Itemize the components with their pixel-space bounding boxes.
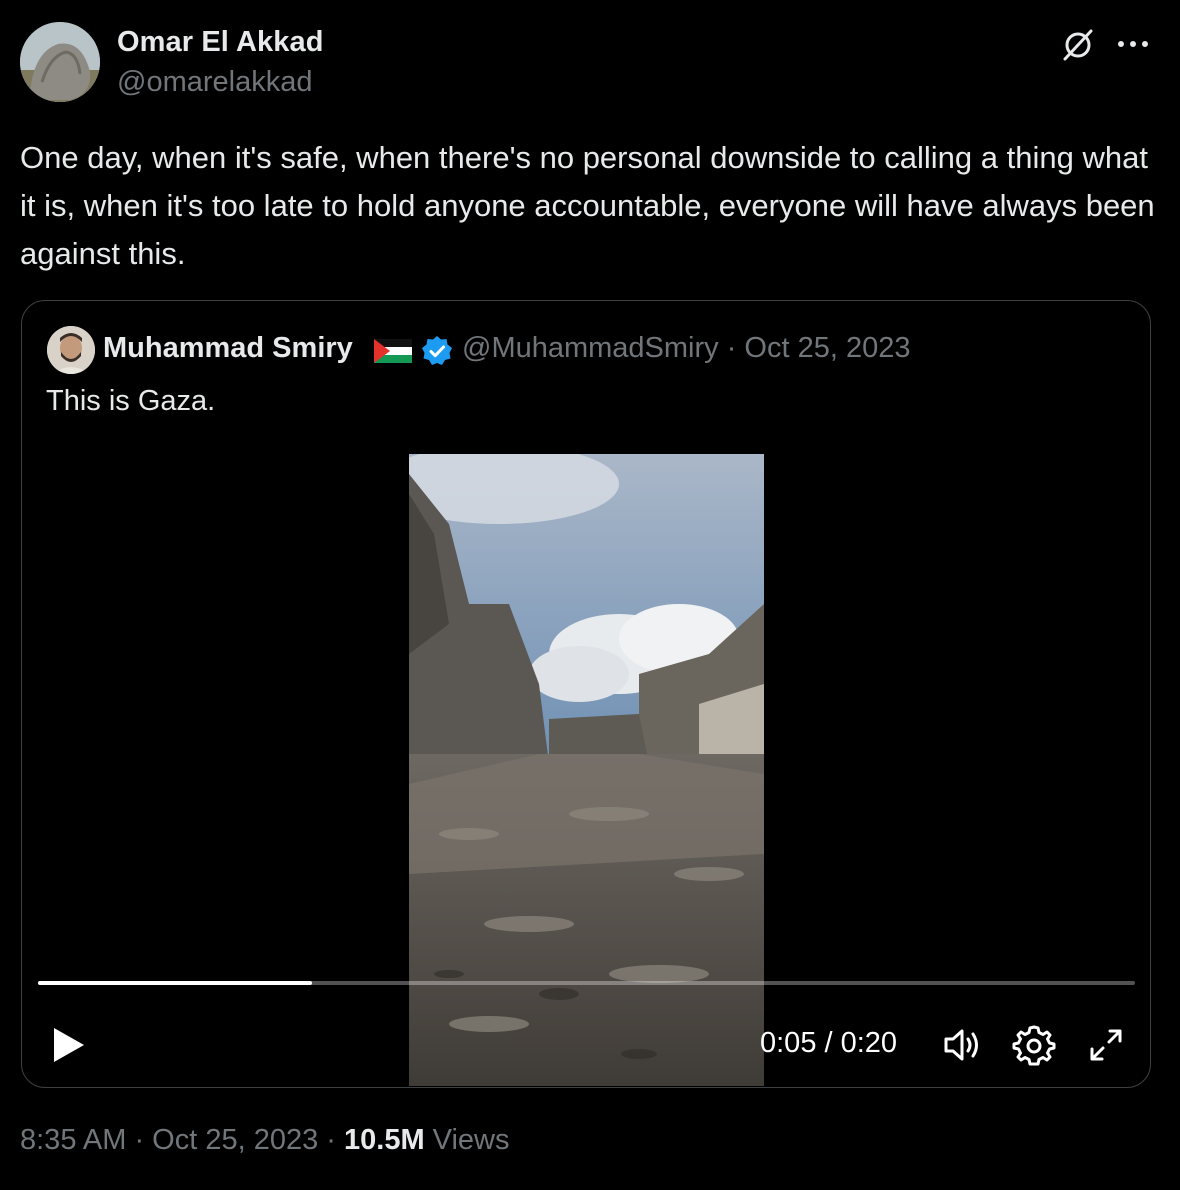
video-timecode: 0:05 / 0:20 (760, 1027, 898, 1059)
quoted-author-avatar[interactable] (47, 326, 95, 374)
views-label: Views (424, 1124, 510, 1156)
quoted-tweet-card[interactable]: Muhammad Smiry @MuhammadSmiry · Oct 25, … (21, 300, 1151, 1088)
video-progress-bar[interactable] (38, 981, 1135, 985)
grok-icon[interactable] (1058, 24, 1098, 64)
more-icon[interactable] (1110, 24, 1156, 64)
tweet-meta: 8:35 AM · Oct 25, 2023 · 10.5M Views (20, 1124, 510, 1157)
video-frame[interactable] (379, 444, 764, 1086)
fullscreen-icon[interactable] (1084, 1023, 1128, 1067)
palestine-flag-icon (374, 339, 412, 363)
author-handle[interactable]: @omarelakkad (117, 66, 312, 99)
tweet-text: One day, when it's safe, when there's no… (20, 140, 1155, 271)
quoted-tweet-text: This is Gaza. (46, 385, 216, 417)
quoted-handle-date: @MuhammadSmiry · Oct 25, 2023 (462, 332, 911, 364)
settings-icon[interactable] (1012, 1023, 1056, 1067)
author-avatar[interactable] (20, 22, 100, 102)
views-count: 10.5M (344, 1124, 425, 1156)
volume-icon[interactable] (940, 1023, 984, 1067)
quoted-author-name[interactable]: Muhammad Smiry (103, 332, 353, 365)
verified-badge-icon[interactable] (421, 335, 453, 367)
tweet-time-date[interactable]: 8:35 AM · Oct 25, 2023 · (20, 1124, 344, 1156)
play-icon[interactable] (48, 1025, 88, 1065)
author-name[interactable]: Omar El Akkad (117, 26, 324, 59)
video-progress-fill (38, 981, 313, 985)
